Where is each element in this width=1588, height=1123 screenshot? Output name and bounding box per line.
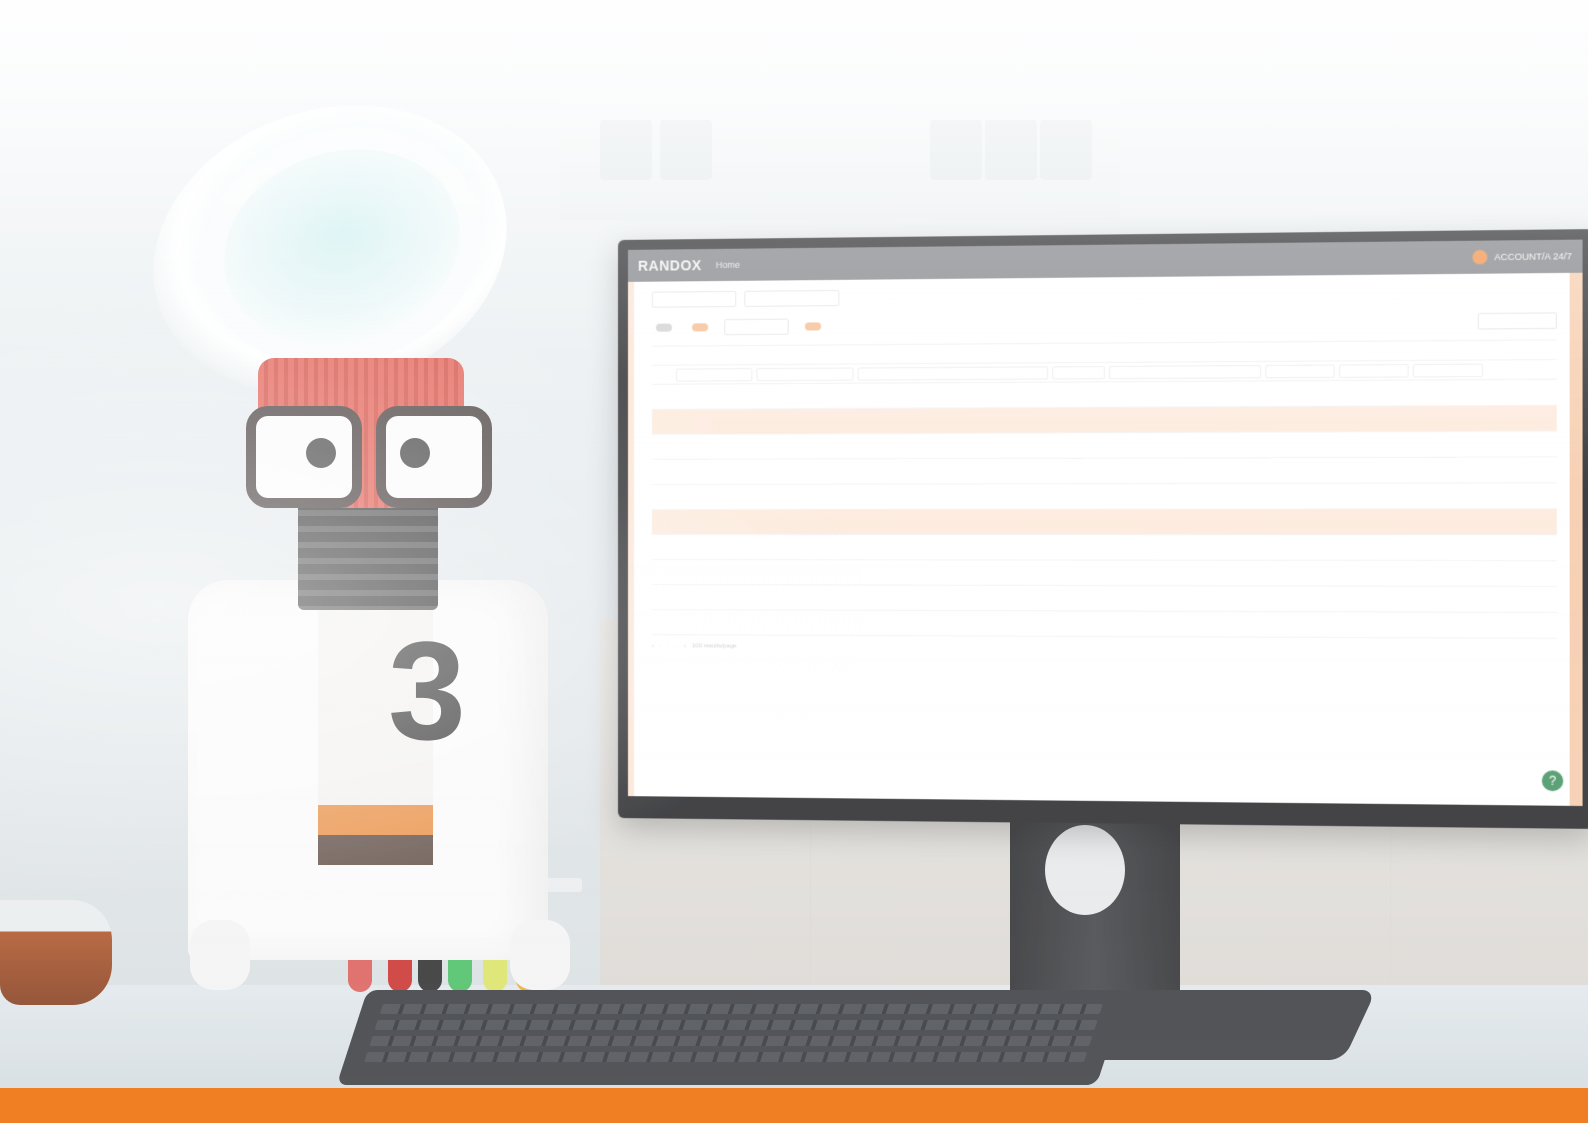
filter-link[interactable] [847, 291, 890, 306]
footer-link[interactable] [652, 657, 694, 671]
nav-home-link[interactable]: Home [716, 260, 740, 270]
column-filter-input[interactable] [1413, 363, 1483, 377]
robot-mascot: 3 [170, 350, 570, 1000]
glasses-lens [376, 406, 492, 508]
column-header[interactable] [1286, 351, 1364, 352]
column-filter-input[interactable] [1339, 364, 1409, 378]
key-row [374, 1020, 1097, 1030]
control-button[interactable] [724, 319, 789, 336]
column-header[interactable] [866, 353, 1065, 354]
column-header[interactable] [1364, 350, 1442, 351]
table-row[interactable] [652, 509, 1557, 535]
column-header[interactable] [760, 354, 865, 355]
page-link[interactable]: · [668, 643, 670, 649]
brand-logo[interactable]: RANDOX [638, 257, 702, 274]
filter-select[interactable] [744, 290, 839, 307]
account-menu[interactable]: ACCOUNT/A 24/7 [1473, 249, 1572, 265]
robot-neck [298, 500, 438, 610]
table-row[interactable] [652, 535, 1557, 561]
help-icon[interactable]: ? [1542, 770, 1563, 791]
column-filter-input[interactable] [1109, 364, 1261, 378]
page-link[interactable]: · [660, 643, 662, 649]
key-row [369, 1036, 1092, 1046]
robot-head [258, 358, 464, 508]
left-accent-strip [628, 282, 634, 796]
page-link[interactable]: ‹ [652, 643, 654, 649]
page-size-label: 100 results/page [692, 643, 737, 649]
filter-select[interactable] [652, 291, 736, 308]
search-input[interactable] [1478, 312, 1557, 329]
account-label: ACCOUNT/A 24/7 [1494, 251, 1572, 262]
column-filter-input[interactable] [756, 367, 853, 381]
robot-hand [190, 920, 250, 990]
table-row[interactable] [652, 432, 1557, 460]
right-accent-strip [1570, 273, 1583, 806]
toggle-switch[interactable] [692, 323, 708, 331]
page-link[interactable]: › [684, 643, 686, 649]
table-row[interactable] [652, 610, 1557, 639]
column-filter-input[interactable] [676, 368, 752, 382]
column-filter-input[interactable] [1265, 364, 1334, 378]
column-filter-input[interactable] [1052, 365, 1105, 379]
table-row[interactable] [652, 483, 1557, 510]
glasses-lens [246, 406, 362, 508]
eye-icon [306, 438, 336, 468]
table-row[interactable] [652, 585, 1557, 613]
results-grid [652, 339, 1557, 639]
column-header[interactable] [676, 355, 760, 356]
shelf-jar [660, 120, 712, 180]
shirt-band-dark [318, 835, 433, 865]
shelf-jar [600, 120, 652, 180]
column-filter-input[interactable] [858, 366, 1048, 380]
toggle-switch[interactable] [656, 324, 672, 332]
shirt-number-graphic: 3 [388, 610, 466, 772]
robot-hand [510, 920, 570, 990]
monitor-stand-hole [1045, 825, 1125, 915]
toggle-switch[interactable] [805, 322, 821, 330]
page-link[interactable]: · [676, 643, 678, 649]
app-screen: RANDOX Home ACCOUNT/A 24/7 ‹ · · · › 100… [628, 240, 1583, 806]
key-row [380, 1004, 1103, 1014]
table-row[interactable] [652, 457, 1557, 484]
shelf-jar [1040, 120, 1092, 180]
photo-scene: 3 RANDOX Home ACCOUNT/A 24/7 ‹ · · · › 1… [0, 0, 1588, 1100]
column-header[interactable] [1443, 350, 1522, 351]
table-row[interactable] [652, 560, 1557, 587]
avatar-icon [1473, 250, 1488, 265]
monitor: RANDOX Home ACCOUNT/A 24/7 ‹ · · · › 100… [618, 229, 1588, 829]
footer-link[interactable] [704, 657, 756, 671]
column-header[interactable] [1126, 352, 1287, 353]
shirt-band [318, 805, 433, 835]
brand-bottom-bar [0, 1088, 1588, 1123]
beaker [0, 900, 112, 1005]
table-row[interactable] [652, 406, 1557, 435]
eye-icon [400, 438, 430, 468]
key-row [364, 1052, 1087, 1062]
shelf-jar [985, 120, 1037, 180]
shelf-jar [930, 120, 982, 180]
keyboard [337, 990, 1128, 1085]
